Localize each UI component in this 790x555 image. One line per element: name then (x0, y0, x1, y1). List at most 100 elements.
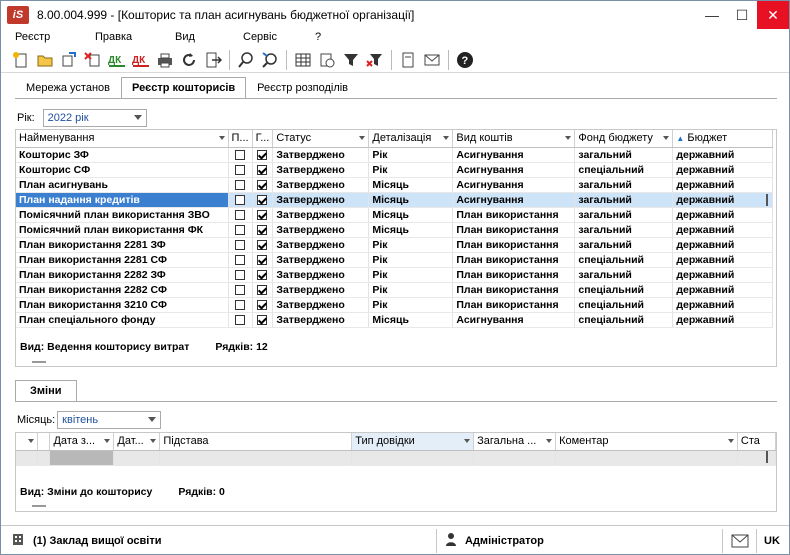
row-g-checkbox[interactable] (252, 222, 274, 238)
tab-network[interactable]: Мережа установ (15, 77, 121, 99)
row-g-checkbox[interactable] (252, 207, 274, 223)
open-folder-icon[interactable] (33, 49, 56, 71)
print-icon[interactable] (153, 49, 176, 71)
checkbox-unchecked[interactable] (235, 299, 246, 310)
menu-view[interactable]: Вид (175, 29, 243, 47)
clear-filter-icon[interactable] (363, 49, 386, 71)
col-header-flag[interactable] (37, 433, 51, 451)
checkbox-unchecked[interactable] (235, 209, 246, 220)
row-p-checkbox[interactable] (228, 222, 253, 238)
checkbox-checked[interactable] (257, 209, 268, 220)
find-next-icon[interactable] (258, 49, 281, 71)
row-p-checkbox[interactable] (228, 192, 253, 208)
row-g-checkbox[interactable] (252, 192, 274, 208)
minimize-button[interactable]: — (697, 1, 727, 29)
col-header-name[interactable]: Найменування (16, 130, 229, 148)
col-header-status[interactable]: Статус (272, 130, 370, 148)
checkbox-unchecked[interactable] (235, 164, 246, 175)
table-row[interactable]: План надання кредитів Затверджено Місяць Ас… (16, 192, 774, 208)
menu-service[interactable]: Сервіс (243, 29, 315, 47)
scrollbar-thumb[interactable] (766, 451, 768, 463)
checkbox-unchecked[interactable] (235, 224, 246, 235)
table-row[interactable]: Помісячний план використання ЗВО Затвердж… (16, 207, 774, 223)
table-row[interactable]: План використання 3210 СФ Затверджено Рік П… (16, 297, 774, 313)
checkbox-checked[interactable] (257, 254, 268, 265)
checkbox-checked[interactable] (257, 149, 268, 160)
table-row[interactable]: План використання 2281 СФ Затверджено Рік П… (16, 252, 774, 268)
checkbox-checked[interactable] (257, 314, 268, 325)
document-icon[interactable] (396, 49, 419, 71)
col-header-marker[interactable] (16, 433, 39, 451)
table-row[interactable]: План асигнувань Затверджено Місяць Асигнува… (16, 177, 774, 193)
row-p-checkbox[interactable] (228, 177, 253, 193)
close-button[interactable]: ✕ (757, 1, 789, 29)
row-g-checkbox[interactable] (252, 267, 274, 283)
checkbox-checked[interactable] (257, 179, 268, 190)
checkbox-unchecked[interactable] (235, 194, 246, 205)
checkbox-unchecked[interactable] (235, 269, 246, 280)
checkbox-unchecked[interactable] (235, 179, 246, 190)
checkbox-unchecked[interactable] (235, 284, 246, 295)
checkbox-unchecked[interactable] (235, 149, 246, 160)
row-p-checkbox[interactable] (228, 237, 253, 253)
checkbox-checked[interactable] (257, 194, 268, 205)
row-g-checkbox[interactable] (252, 147, 274, 163)
col-header-fund[interactable]: Фонд бюджету (574, 130, 674, 148)
col-header-date-from[interactable]: Дата з... (49, 433, 115, 451)
calendar-icon[interactable] (315, 49, 338, 71)
row-p-checkbox[interactable] (228, 162, 253, 178)
new-icon[interactable] (9, 49, 32, 71)
refresh-icon[interactable] (177, 49, 200, 71)
row-p-checkbox[interactable] (228, 207, 253, 223)
col-header-g[interactable]: Г... (252, 130, 274, 148)
row-p-checkbox[interactable] (228, 252, 253, 268)
resize-grip[interactable] (32, 361, 46, 363)
checkbox-checked[interactable] (257, 224, 268, 235)
sign-dk-icon[interactable]: ДК (105, 49, 128, 71)
col-header-reference-type[interactable]: Тип довідки (351, 433, 475, 451)
tab-changes[interactable]: Зміни (15, 380, 77, 402)
unsign-dk-icon[interactable]: ДК (129, 49, 152, 71)
row-p-checkbox[interactable] (228, 312, 253, 328)
table-row[interactable]: План використання 2282 ЗФ Затверджено Рік П… (16, 267, 774, 283)
col-header-basis[interactable]: Підстава (159, 433, 353, 451)
mail-icon[interactable] (420, 49, 443, 71)
row-g-checkbox[interactable] (252, 297, 274, 313)
row-p-checkbox[interactable] (228, 282, 253, 298)
month-combo[interactable]: квітень (57, 411, 162, 429)
table-row[interactable]: План використання 2281 ЗФ Затверджено Рік П… (16, 237, 774, 253)
table-row[interactable]: Кошторис ЗФ Затверджено Рік Асигнування зага… (16, 147, 774, 163)
org-status[interactable]: (1) Заклад вищої освіти (1, 528, 437, 553)
col-header-kind[interactable]: Вид коштів (452, 130, 576, 148)
table-row[interactable]: План спеціального фонду Затверджено Місяць… (16, 312, 774, 328)
maximize-button[interactable]: ☐ (727, 1, 757, 29)
row-g-checkbox[interactable] (252, 177, 274, 193)
table-row[interactable]: Кошторис СФ Затверджено Рік Асигнування спец… (16, 162, 774, 178)
menu-registry[interactable]: Реєстр (15, 29, 95, 47)
year-combo[interactable]: 2022 рік (42, 109, 147, 127)
row-g-checkbox[interactable] (252, 282, 274, 298)
table-row[interactable]: Помісячний план використання ФК Затвердже… (16, 222, 774, 238)
table-row[interactable] (16, 450, 777, 466)
delete-icon[interactable] (81, 49, 104, 71)
checkbox-checked[interactable] (257, 299, 268, 310)
row-p-checkbox[interactable] (228, 267, 253, 283)
menu-help[interactable]: ? (315, 29, 335, 47)
mail-icon[interactable] (723, 528, 757, 553)
checkbox-unchecked[interactable] (235, 254, 246, 265)
checkbox-unchecked[interactable] (235, 314, 246, 325)
col-header-detail[interactable]: Деталізація (368, 130, 454, 148)
row-g-checkbox[interactable] (252, 312, 274, 328)
filter-icon[interactable] (339, 49, 362, 71)
checkbox-checked[interactable] (257, 164, 268, 175)
scrollbar-thumb[interactable] (766, 194, 768, 206)
tab-estimates-registry[interactable]: Реєстр кошторисів (121, 77, 247, 99)
row-g-checkbox[interactable] (252, 252, 274, 268)
menu-edit[interactable]: Правка (95, 29, 175, 47)
resize-grip[interactable] (32, 505, 46, 507)
user-status[interactable]: Адміністратор (437, 528, 723, 553)
search-icon[interactable] (234, 49, 257, 71)
col-header-date[interactable]: Дат... (113, 433, 161, 451)
table-icon[interactable] (291, 49, 314, 71)
help-icon[interactable]: ? (453, 49, 476, 71)
